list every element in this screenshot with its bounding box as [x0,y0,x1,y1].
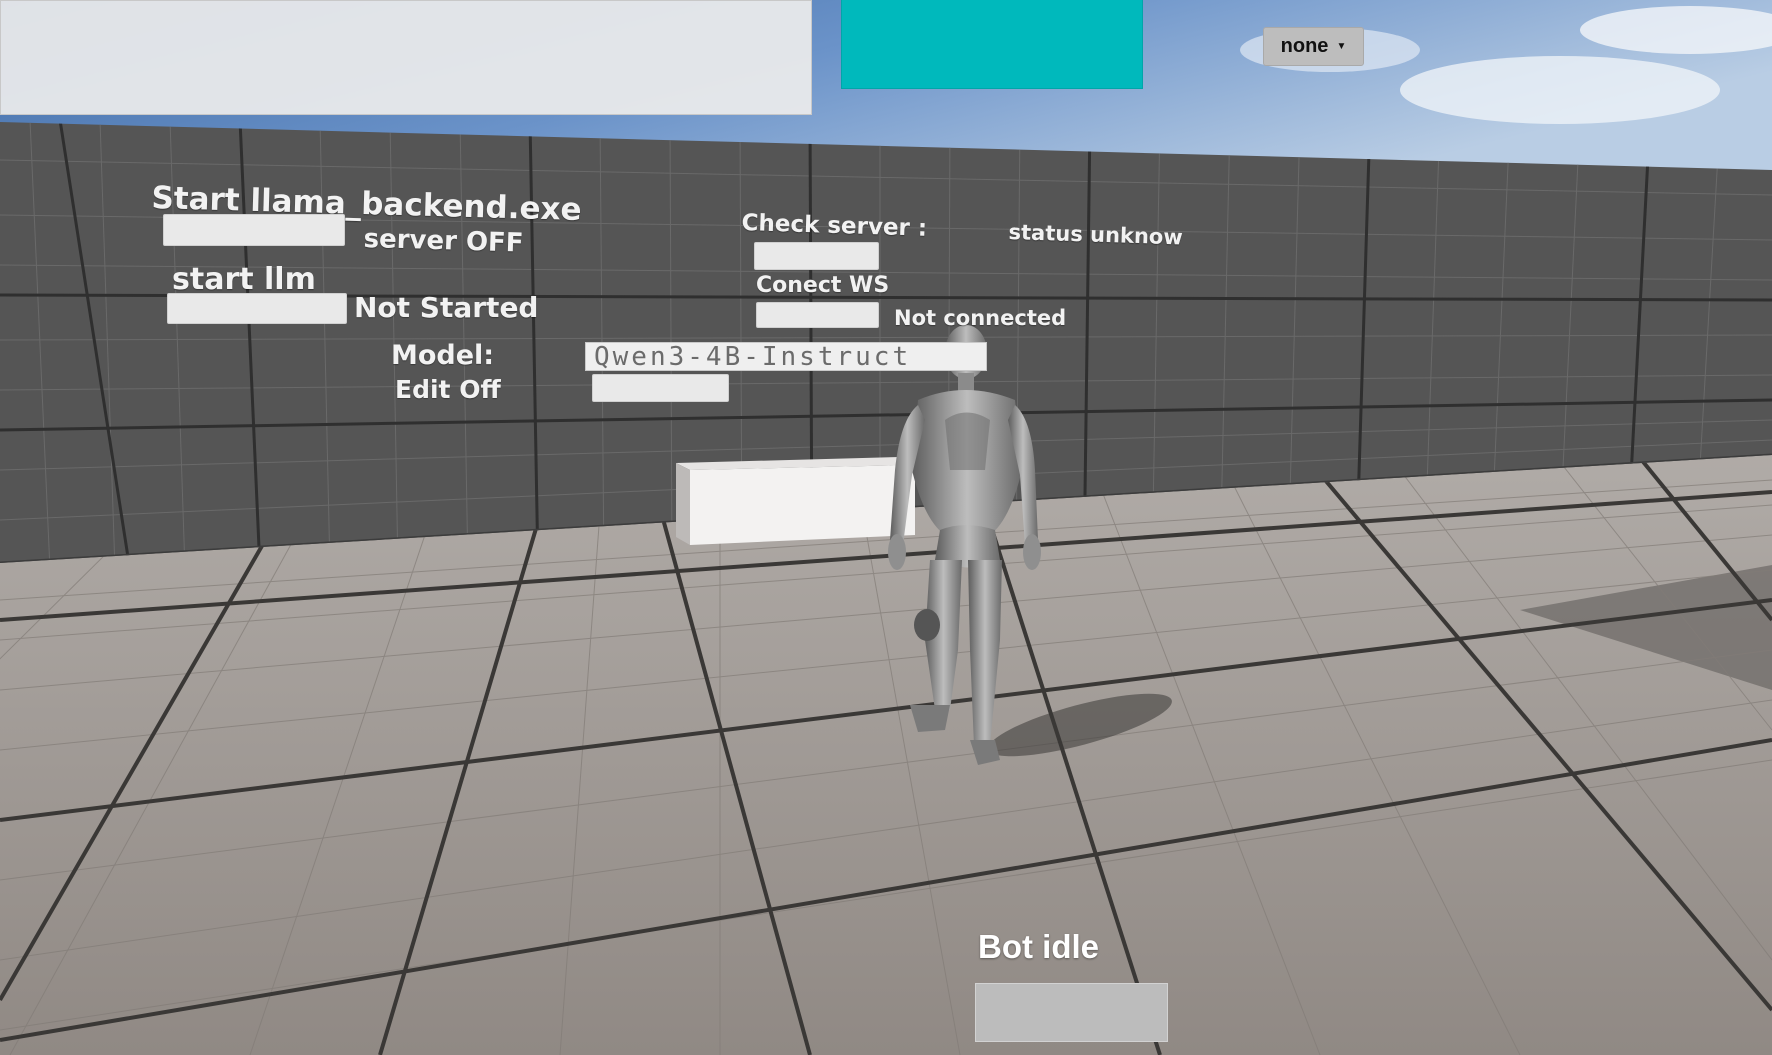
connect-ws-button[interactable] [756,302,879,328]
ws-status-label: Not connected [894,306,1067,330]
edit-mode-label: Edit Off [395,375,501,404]
start-llm-button[interactable] [167,293,347,324]
server-status-label: server OFF [363,224,524,259]
llm-status-label: Not Started [354,291,539,324]
top-text-panel[interactable] [0,0,812,115]
game-viewport [0,0,1772,1055]
teal-color-panel[interactable] [841,0,1143,89]
model-input[interactable]: Qwen3-4B-Instruct [585,342,987,371]
model-label: Model: [391,340,495,371]
check-server-button[interactable] [754,242,879,270]
bot-input-box[interactable] [975,983,1168,1042]
edit-toggle-button[interactable] [592,374,729,402]
start-backend-button[interactable] [163,214,345,246]
top-dropdown[interactable]: none ▼ [1263,27,1364,66]
start-llm-label: start llm [172,262,316,297]
caret-down-icon: ▼ [1336,40,1347,52]
connect-ws-label: Conect WS [756,273,890,298]
bot-status-label: Bot idle [978,928,1099,965]
white-block [676,457,915,545]
dropdown-value: none [1280,35,1329,57]
